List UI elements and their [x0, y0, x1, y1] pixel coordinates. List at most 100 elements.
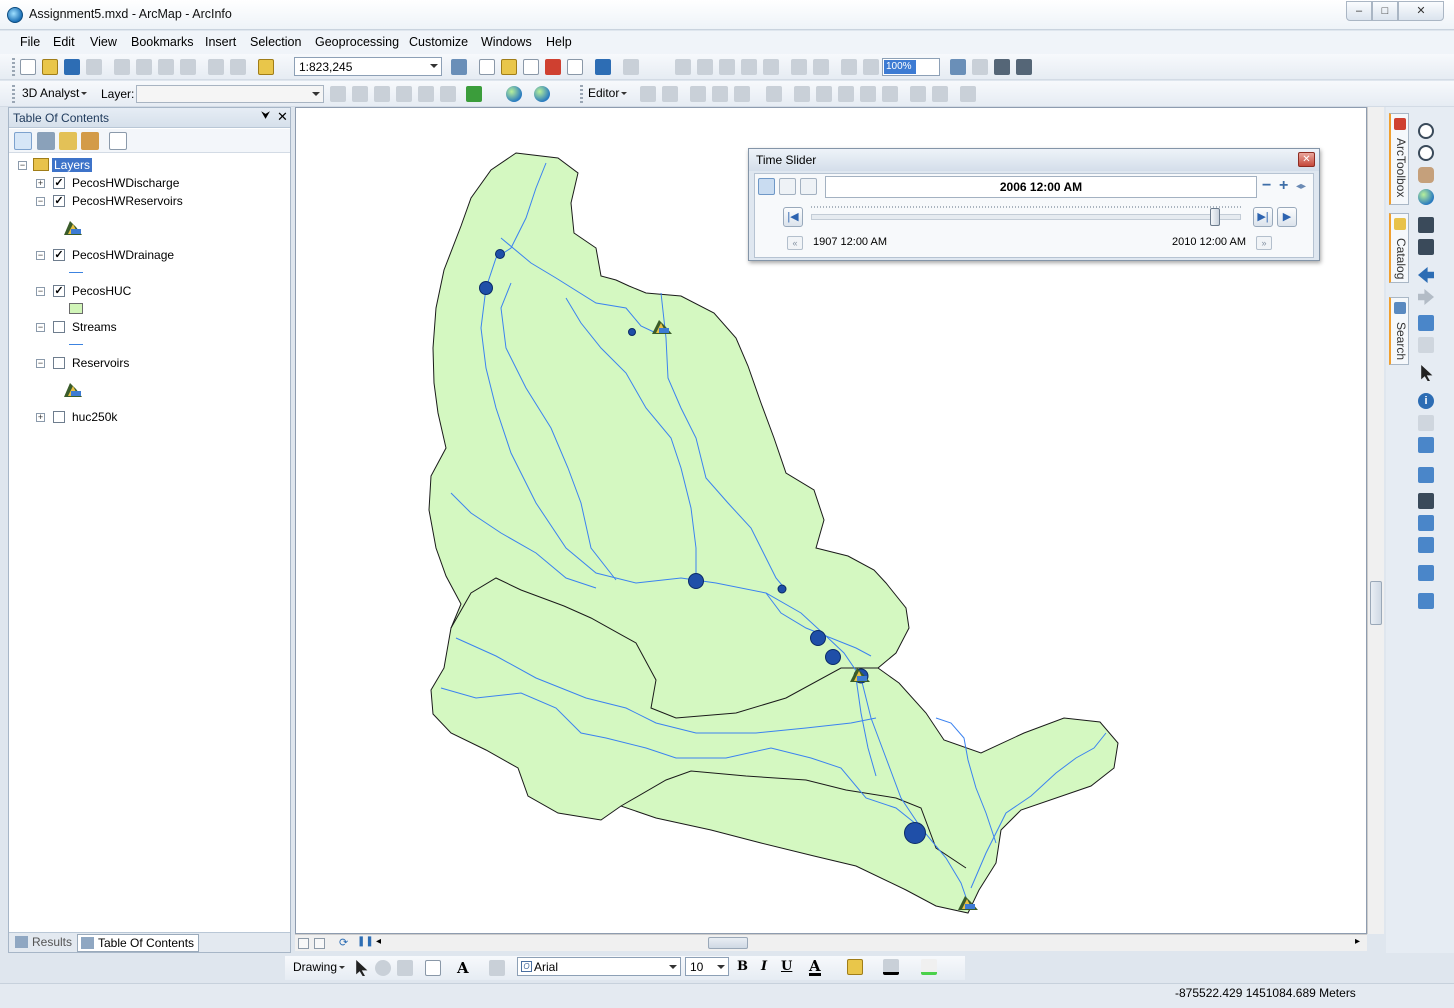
line-color-icon[interactable] — [883, 959, 899, 975]
menu-windows[interactable]: Windows — [481, 35, 532, 49]
identify-icon[interactable]: i — [1418, 393, 1434, 409]
forward-extent-icon[interactable] — [1418, 289, 1434, 305]
minimize-button[interactable]: – — [1346, 1, 1372, 21]
sketch-properties-icon[interactable] — [932, 86, 948, 102]
layers-root-row[interactable]: − Layers — [9, 156, 289, 174]
data-driven-pages-icon[interactable] — [1016, 59, 1032, 75]
select-features-icon[interactable] — [1418, 315, 1434, 331]
collapse-icon[interactable]: − — [36, 197, 45, 206]
editor-toolbar-icon[interactable] — [451, 59, 467, 75]
tab-arctoolbox[interactable]: ArcToolbox — [1389, 113, 1409, 205]
layout-view-icon[interactable] — [314, 938, 325, 949]
redo-icon[interactable] — [230, 59, 246, 75]
drawing-menu[interactable]: Drawing — [293, 960, 346, 974]
fixed-zoom-in-icon[interactable] — [1418, 217, 1434, 233]
reshape-icon[interactable] — [816, 86, 832, 102]
toggle-draft-mode-icon[interactable] — [950, 59, 966, 75]
expand-icon[interactable]: + — [36, 413, 45, 422]
toc-window-icon[interactable] — [479, 59, 495, 75]
toolbar-grip[interactable] — [580, 85, 583, 103]
underline-button[interactable]: U — [781, 959, 792, 974]
interpolate-point-icon[interactable] — [396, 86, 412, 102]
change-layout-icon[interactable] — [994, 59, 1010, 75]
rectangle-icon[interactable] — [425, 960, 441, 976]
select-elements-icon[interactable] — [1421, 365, 1433, 381]
layer-combo[interactable] — [136, 85, 324, 103]
contour-icon[interactable] — [330, 86, 346, 102]
time-slider-thumb[interactable] — [1210, 208, 1220, 226]
horizontal-scroll-thumb[interactable] — [708, 937, 748, 949]
edit-vertices-icon[interactable] — [794, 86, 810, 102]
zoom-in-icon[interactable] — [1418, 123, 1434, 139]
toc-close-icon[interactable]: ✕ — [277, 109, 288, 125]
menu-file[interactable]: File — [20, 35, 40, 49]
fill-color-icon[interactable] — [847, 959, 863, 975]
layer-visibility-checkbox[interactable]: ✓ — [53, 177, 65, 189]
list-by-source-icon[interactable] — [37, 132, 55, 150]
layer-row-pecoshwdischarge[interactable]: + ✓ PecosHWDischarge — [9, 174, 289, 192]
layer-visibility-checkbox[interactable]: ✓ — [53, 285, 65, 297]
next-button[interactable]: ▶| — [1253, 207, 1273, 227]
previous-button[interactable]: |◀ — [783, 207, 803, 227]
3d-analyst-menu[interactable]: 3D Analyst — [22, 86, 88, 100]
toolbar-grip[interactable] — [12, 58, 15, 76]
list-by-visibility-icon[interactable] — [59, 132, 77, 150]
time-slider-titlebar[interactable]: Time Slider ✕ — [749, 149, 1319, 171]
full-extent-icon[interactable] — [1418, 189, 1434, 205]
list-by-selection-icon[interactable] — [81, 132, 99, 150]
split-icon[interactable] — [860, 86, 876, 102]
bold-button[interactable]: B — [737, 959, 748, 974]
expand-icon[interactable]: + — [36, 179, 45, 188]
map-scale-combo[interactable]: 1:823,245 — [294, 57, 442, 76]
font-color-button[interactable]: A — [809, 959, 821, 976]
layer-row-pecoshuc[interactable]: − ✓ PecosHUC — [9, 282, 289, 300]
play-button[interactable]: ▶ — [1277, 207, 1297, 227]
pan-icon[interactable] — [1418, 167, 1434, 183]
clear-selection-icon[interactable] — [1418, 337, 1434, 353]
measure-icon[interactable] — [1418, 467, 1434, 483]
layer-name[interactable]: PecosHWDischarge — [72, 176, 179, 190]
previous-extent-icon[interactable] — [841, 59, 857, 75]
fixed-zoom-out-icon[interactable] — [813, 59, 829, 75]
go-to-start-button[interactable]: « — [787, 236, 803, 250]
interpolate-line-icon[interactable] — [418, 86, 434, 102]
collapse-icon[interactable]: − — [36, 251, 45, 260]
tab-table-of-contents[interactable]: Table Of Contents — [77, 934, 200, 952]
layer-name[interactable]: PecosHWReservoirs — [72, 194, 183, 208]
playback-speed-icon[interactable]: ◂▸ — [1296, 181, 1306, 192]
zoom-in-page-icon[interactable] — [675, 59, 691, 75]
export-video-icon[interactable] — [800, 178, 817, 195]
layer-visibility-checkbox[interactable] — [53, 321, 65, 333]
edit-tool-icon[interactable] — [640, 86, 656, 102]
python-window-icon[interactable] — [567, 59, 583, 75]
options-icon[interactable] — [779, 178, 796, 195]
create-viewer-window-icon[interactable] — [1418, 593, 1434, 609]
collapse-icon[interactable]: − — [18, 161, 27, 170]
options-icon[interactable] — [109, 132, 127, 150]
font-size-combo[interactable]: 10 — [685, 957, 729, 976]
layer-name[interactable]: huc250k — [72, 410, 117, 424]
catalog-window-icon[interactable] — [501, 59, 517, 75]
time-slider-icon[interactable] — [1418, 565, 1434, 581]
arcscene-icon[interactable] — [534, 86, 550, 102]
marker-color-icon[interactable] — [921, 959, 937, 975]
fixed-zoom-out-icon[interactable] — [1418, 239, 1434, 255]
data-view-icon[interactable] — [298, 938, 309, 949]
undo-icon[interactable] — [208, 59, 224, 75]
layer-name[interactable]: Streams — [72, 320, 117, 334]
time-slider-close-button[interactable]: ✕ — [1298, 152, 1315, 167]
trace-icon[interactable] — [734, 86, 750, 102]
scroll-left-icon[interactable]: ◂ — [376, 936, 381, 947]
vertical-scroll-thumb[interactable] — [1370, 581, 1382, 625]
zoom-100-icon[interactable] — [763, 59, 779, 75]
end-point-arc-icon[interactable] — [712, 86, 728, 102]
delete-icon[interactable] — [180, 59, 196, 75]
html-popup-icon[interactable] — [1418, 437, 1434, 453]
attributes-icon[interactable] — [910, 86, 926, 102]
increase-playback-icon[interactable]: + — [1279, 178, 1288, 194]
new-text-icon[interactable]: A — [457, 959, 469, 977]
cut-polygons-icon[interactable] — [838, 86, 854, 102]
fixed-zoom-in-icon[interactable] — [791, 59, 807, 75]
toolbar-grip[interactable] — [12, 85, 15, 103]
font-combo[interactable]: O Arial — [517, 957, 681, 976]
